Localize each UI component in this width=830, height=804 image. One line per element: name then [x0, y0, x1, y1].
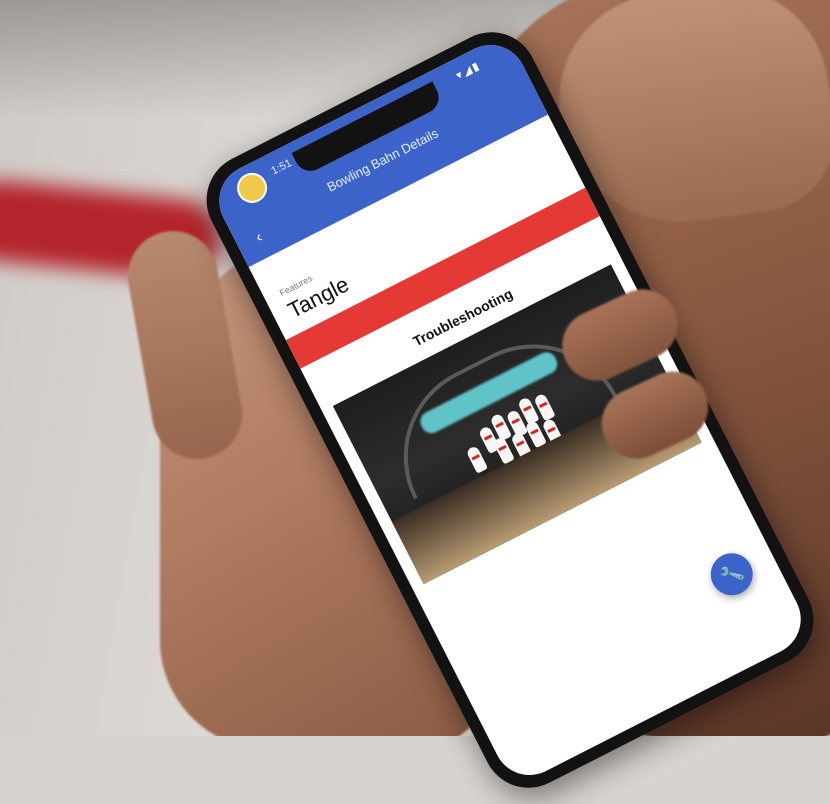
- wrench-icon: 🔧: [717, 560, 747, 589]
- status-icons: ▾◢▮: [454, 59, 483, 83]
- status-time: 1:51: [269, 157, 294, 178]
- avatar[interactable]: [231, 167, 273, 209]
- wrench-fab-button[interactable]: 🔧: [703, 545, 760, 603]
